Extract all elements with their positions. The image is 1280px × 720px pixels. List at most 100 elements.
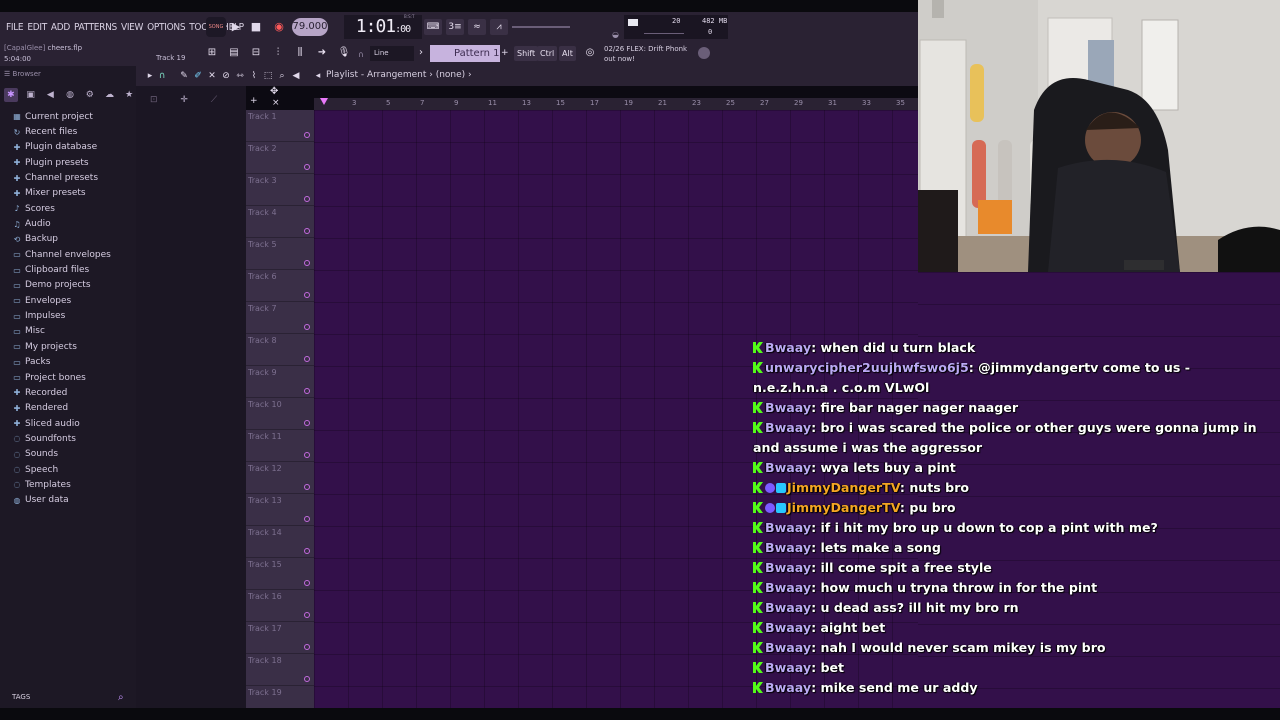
- track-mute-toggle[interactable]: [304, 484, 310, 490]
- shift-key-button[interactable]: Shift: [514, 46, 539, 61]
- chat-username[interactable]: Bwaay: [765, 620, 811, 635]
- chat-username[interactable]: Bwaay: [765, 560, 811, 575]
- timeline-ruler[interactable]: 3 5 7 9 11 13 15 17 19 21 23 25 27 29 31 33 35: [314, 98, 918, 110]
- chat-username[interactable]: Bwaay: [765, 540, 811, 555]
- browser-item-project-bones[interactable]: ▭ Project bones: [12, 370, 134, 385]
- delete-tool-icon[interactable]: ✕: [206, 69, 218, 83]
- browser-item-my-projects[interactable]: ▭ My projects: [12, 339, 134, 354]
- chat-username[interactable]: Bwaay: [765, 580, 811, 595]
- browser-settings-icon[interactable]: ⚙: [83, 88, 97, 102]
- menu-options[interactable]: OPTIONS: [147, 22, 185, 33]
- zoom-tool-icon[interactable]: ⌕: [276, 69, 288, 83]
- piano-roll-icon[interactable]: ▤: [226, 45, 242, 61]
- track-header[interactable]: Track 13: [246, 494, 314, 526]
- mute-tool-icon[interactable]: ⊘: [220, 69, 232, 83]
- browser-item-user-data[interactable]: ◍ User data: [12, 493, 134, 508]
- browser-item-plugin-presets[interactable]: ✚ Plugin presets: [12, 155, 134, 170]
- browser-item-backup[interactable]: ⟲ Backup: [12, 232, 134, 247]
- track-header[interactable]: Track 8: [246, 334, 314, 366]
- playlist-menu-icon[interactable]: ◂: [312, 69, 324, 83]
- browser-back-icon[interactable]: ◀: [43, 88, 57, 102]
- blend-notes-icon[interactable]: ≈: [468, 19, 486, 35]
- song-mode-toggle[interactable]: SONG: [206, 17, 226, 37]
- chat-username[interactable]: JimmyDangerTV: [787, 500, 900, 515]
- browser-item-demo-projects[interactable]: ▭ Demo projects: [12, 278, 134, 293]
- menu-patterns[interactable]: PATTERNS: [74, 22, 117, 33]
- edit-icon[interactable]: ⟋: [211, 95, 217, 105]
- track-mute-toggle[interactable]: [304, 324, 310, 330]
- playlist-breadcrumb[interactable]: (none): [436, 70, 465, 80]
- mixer-icon[interactable]: ⫶: [270, 45, 286, 61]
- track-header[interactable]: Track 2: [246, 142, 314, 174]
- remove-track-icon[interactable]: ×: [272, 98, 280, 108]
- chat-username[interactable]: Bwaay: [765, 520, 811, 535]
- pattern-select[interactable]: Pattern 1: [430, 45, 500, 62]
- browser-item-envelopes[interactable]: ▭ Envelopes: [12, 293, 134, 308]
- slip-tool-icon[interactable]: ⇿: [234, 69, 246, 83]
- channel-rack-icon[interactable]: ⊟: [248, 45, 264, 61]
- track-mute-toggle[interactable]: [304, 260, 310, 266]
- menu-file[interactable]: FILE: [6, 22, 24, 33]
- track-mute-toggle[interactable]: [304, 356, 310, 362]
- track-header[interactable]: Track 17: [246, 622, 314, 654]
- arrow-right-icon[interactable]: ➜: [314, 45, 330, 61]
- chat-username[interactable]: Bwaay: [765, 640, 811, 655]
- menu-edit[interactable]: EDIT: [27, 22, 47, 33]
- browser-item-channel-presets[interactable]: ✚ Channel presets: [12, 170, 134, 185]
- track-header[interactable]: Track 12: [246, 462, 314, 494]
- playhead-marker[interactable]: [320, 98, 328, 105]
- typing-keyboard-icon[interactable]: ⌨: [424, 19, 442, 35]
- browser-item-clipboard-files[interactable]: ▭ Clipboard files: [12, 262, 134, 277]
- chat-username[interactable]: Bwaay: [765, 600, 811, 615]
- browser-item-sliced-audio[interactable]: ✚ Sliced audio: [12, 416, 134, 431]
- master-pitch-slider[interactable]: [512, 26, 570, 28]
- step-edit-icon[interactable]: 3≡: [446, 19, 464, 35]
- browser-item-misc[interactable]: ▭ Misc: [12, 324, 134, 339]
- track-header[interactable]: Track 4: [246, 206, 314, 238]
- track-mute-toggle[interactable]: [304, 452, 310, 458]
- clip-source-icon[interactable]: ⊡: [150, 95, 158, 105]
- browser-item-current-project[interactable]: ▦ Current project: [12, 109, 134, 124]
- play-icon[interactable]: ▶: [228, 19, 244, 35]
- news-ticker[interactable]: 02/26 FLEX: Drift Phonk out now!: [604, 44, 687, 64]
- draw-tool-icon[interactable]: ✎: [178, 69, 190, 83]
- select-tool-icon[interactable]: ⬚: [262, 69, 274, 83]
- browser-item-mixer-presets[interactable]: ✚ Mixer presets: [12, 186, 134, 201]
- track-header[interactable]: Track 15: [246, 558, 314, 590]
- add-track-icon[interactable]: +: [250, 96, 258, 106]
- browser-plugins-icon[interactable]: ◍: [63, 88, 77, 102]
- track-scroll-icon[interactable]: ✥: [270, 86, 278, 97]
- chat-username[interactable]: JimmyDangerTV: [787, 480, 900, 495]
- chat-username[interactable]: Bwaay: [765, 340, 811, 355]
- record-icon[interactable]: ◉: [271, 19, 287, 35]
- magnet-icon[interactable]: ∩: [358, 50, 364, 59]
- ctrl-key-button[interactable]: Ctrl: [537, 46, 558, 61]
- track-mute-toggle[interactable]: [304, 516, 310, 522]
- menu-view[interactable]: VIEW: [121, 22, 143, 33]
- online-news-icon[interactable]: ◎: [582, 45, 598, 61]
- track-mute-toggle[interactable]: [304, 132, 310, 138]
- track-mute-toggle[interactable]: [304, 644, 310, 650]
- browser-item-rendered[interactable]: ✚ Rendered: [12, 401, 134, 416]
- track-header[interactable]: Track 14: [246, 526, 314, 558]
- track-mute-toggle[interactable]: [304, 612, 310, 618]
- browser-item-scores[interactable]: ♪ Scores: [12, 201, 134, 216]
- browser-item-templates[interactable]: ◌ Templates: [12, 477, 134, 492]
- chat-username[interactable]: Bwaay: [765, 680, 811, 695]
- playback-tool-icon[interactable]: ◀: [290, 69, 302, 83]
- track-header[interactable]: Track 10: [246, 398, 314, 430]
- track-mute-toggle[interactable]: [304, 196, 310, 202]
- track-header[interactable]: Track 11: [246, 430, 314, 462]
- track-mute-toggle[interactable]: [304, 548, 310, 554]
- microphone-icon[interactable]: 🎙: [336, 45, 352, 61]
- track-mute-toggle[interactable]: [304, 580, 310, 586]
- chat-username[interactable]: Bwaay: [765, 420, 811, 435]
- track-mute-toggle[interactable]: [304, 388, 310, 394]
- account-icon[interactable]: [698, 47, 710, 59]
- browser-item-sounds[interactable]: ◌ Sounds: [12, 447, 134, 462]
- chat-username[interactable]: unwarycipher2uujhwfswo6j5: [765, 360, 969, 375]
- track-header[interactable]: Track 9: [246, 366, 314, 398]
- menu-add[interactable]: ADD: [51, 22, 70, 33]
- chat-username[interactable]: Bwaay: [765, 660, 811, 675]
- pattern-arrow-icon[interactable]: ›: [416, 45, 426, 61]
